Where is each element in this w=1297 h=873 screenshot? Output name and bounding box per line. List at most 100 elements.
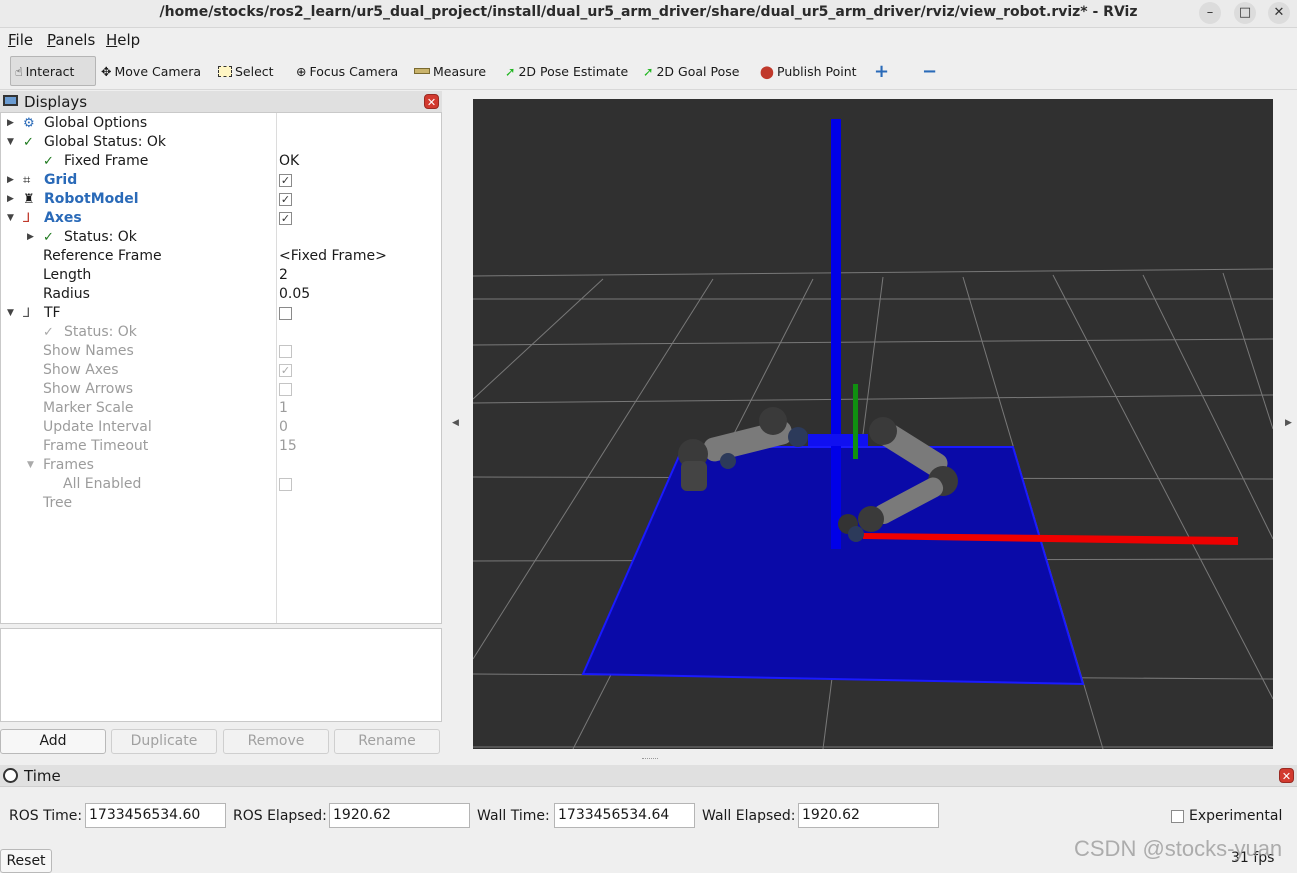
row-value[interactable]: 0.05 [279,285,310,304]
tree-row-tf-status[interactable]: ✓ Status: Ok [1,323,441,342]
tree-row-tree[interactable]: Tree [1,494,441,513]
tree-row-frame-timeout[interactable]: Frame Timeout 15 [1,437,441,456]
window-title: /home/stocks/ros2_learn/ur5_dual_project… [159,4,1138,20]
row-value[interactable]: 0 [279,418,288,437]
menu-file[interactable]: File [8,31,33,49]
tree-row-show-names[interactable]: Show Names [1,342,441,361]
displays-tree[interactable]: ▶ ⚙ Global Options ▼ ✓ Global Status: Ok… [0,112,442,624]
option-checkbox[interactable] [279,478,292,491]
tree-row-reference-frame[interactable]: Reference Frame <Fixed Frame> [1,247,441,266]
close-window-button[interactable]: ✕ [1268,2,1290,24]
expand-arrow-icon[interactable]: ▶ [7,171,14,190]
row-label: Tree [43,495,73,511]
rename-display-button[interactable]: Rename [334,729,440,754]
collapse-right-icon[interactable]: ▶ [1285,418,1292,428]
enable-checkbox[interactable] [279,307,292,320]
splitter-handle[interactable] [642,758,658,761]
collapse-arrow-icon[interactable]: ▼ [27,456,34,475]
tree-row-axes-status[interactable]: ▶ ✓ Status: Ok [1,228,441,247]
row-label: Reference Frame [43,248,162,264]
maximize-button[interactable]: □ [1234,2,1256,24]
expand-arrow-icon[interactable]: ▶ [27,228,34,247]
axes-icon: ⅃ [23,211,31,226]
tree-row-grid[interactable]: ▶ ⌗ Grid ✓ [1,171,441,190]
minimize-button[interactable]: – [1199,2,1221,24]
select-box-icon [218,65,232,77]
publish-point-tool-button[interactable]: ⬤ Publish Point [756,56,861,86]
enable-checkbox[interactable]: ✓ [279,212,292,225]
menu-panels[interactable]: Panels [47,31,95,49]
measure-tool-button[interactable]: Measure [410,56,490,86]
close-panel-icon[interactable]: ✕ [424,94,439,109]
enable-checkbox[interactable]: ✓ [279,193,292,206]
remove-tool-button[interactable]: − [918,56,941,86]
tool-bar: ☝ Interact ✥ Move Camera Select ⊕ Focus … [0,52,1297,90]
row-value[interactable]: 1 [279,399,288,418]
add-display-button[interactable]: Add [0,729,106,754]
menu-help[interactable]: Help [106,31,140,49]
checkmark-icon: ✓ [43,230,54,245]
y-axis [853,384,858,459]
displays-panel-title: Displays [24,93,88,111]
remove-display-button[interactable]: Remove [223,729,329,754]
add-tool-button[interactable]: + [870,56,893,86]
tree-row-marker-scale[interactable]: Marker Scale 1 [1,399,441,418]
ros-time-field[interactable]: 1733456534.60 [85,803,226,828]
tree-row-frames[interactable]: ▼ Frames [1,456,441,475]
hand-pointer-icon: ☝ [15,63,23,79]
interact-tool-button[interactable]: ☝ Interact [10,56,96,86]
2d-pose-estimate-tool-button[interactable]: ➚ 2D Pose Estimate [501,56,632,86]
window-titlebar: /home/stocks/ros2_learn/ur5_dual_project… [0,0,1297,28]
collapse-left-icon[interactable]: ◀ [452,418,459,428]
render-viewport[interactable] [473,99,1273,749]
publish-point-label: Publish Point [777,63,857,79]
enable-checkbox[interactable]: ✓ [279,174,292,187]
row-label: Fixed Frame [64,153,149,169]
option-checkbox[interactable] [279,383,292,396]
watermark-text: CSDN @stocks-yuan [1074,836,1283,861]
tree-row-robotmodel[interactable]: ▶ ♜ RobotModel ✓ [1,190,441,209]
tree-row-radius[interactable]: Radius 0.05 [1,285,441,304]
tree-row-axes[interactable]: ▼ ⅃ Axes ✓ [1,209,441,228]
monitor-icon [3,95,18,106]
green-arrow-icon: ➚ [505,63,516,79]
tree-row-update-interval[interactable]: Update Interval 0 [1,418,441,437]
move-camera-label: Move Camera [114,63,202,79]
select-label: Select [235,63,274,79]
time-panel-title: Time [24,767,61,785]
option-checkbox[interactable]: ✓ [279,364,292,377]
tree-row-fixed-frame[interactable]: ✓ Fixed Frame OK [1,152,441,171]
2d-goal-pose-tool-button[interactable]: ➚ 2D Goal Pose [639,56,743,86]
experimental-checkbox[interactable] [1171,810,1184,823]
row-label: Status: Ok [64,229,137,245]
expand-arrow-icon[interactable]: ▶ [7,114,14,133]
ros-elapsed-field[interactable]: 1920.62 [329,803,470,828]
collapse-arrow-icon[interactable]: ▼ [7,209,14,228]
tree-row-show-arrows[interactable]: Show Arrows [1,380,441,399]
wall-time-field[interactable]: 1733456534.64 [554,803,695,828]
tree-row-tf[interactable]: ▼ ⅃ TF [1,304,441,323]
tree-row-global-options[interactable]: ▶ ⚙ Global Options [1,114,441,133]
row-value[interactable]: 2 [279,266,288,285]
clock-icon [3,768,18,783]
time-panel-header: Time ✕ [0,765,1297,787]
collapse-arrow-icon[interactable]: ▼ [7,304,14,323]
option-checkbox[interactable] [279,345,292,358]
tree-row-global-status[interactable]: ▼ ✓ Global Status: Ok [1,133,441,152]
tree-row-all-enabled[interactable]: All Enabled [1,475,441,494]
move-camera-tool-button[interactable]: ✥ Move Camera [97,56,205,86]
select-tool-button[interactable]: Select [214,56,278,86]
expand-arrow-icon[interactable]: ▶ [7,190,14,209]
row-value[interactable]: 15 [279,437,297,456]
collapse-arrow-icon[interactable]: ▼ [7,133,14,152]
row-label: All Enabled [63,476,142,492]
focus-camera-tool-button[interactable]: ⊕ Focus Camera [292,56,402,86]
close-panel-icon[interactable]: ✕ [1279,768,1294,783]
row-label: RobotModel [44,191,139,207]
tree-row-show-axes[interactable]: Show Axes ✓ [1,361,441,380]
duplicate-display-button[interactable]: Duplicate [111,729,217,754]
row-value[interactable]: <Fixed Frame> [279,247,387,266]
tree-row-length[interactable]: Length 2 [1,266,441,285]
wall-elapsed-field[interactable]: 1920.62 [798,803,939,828]
reset-button[interactable]: Reset [0,849,52,873]
